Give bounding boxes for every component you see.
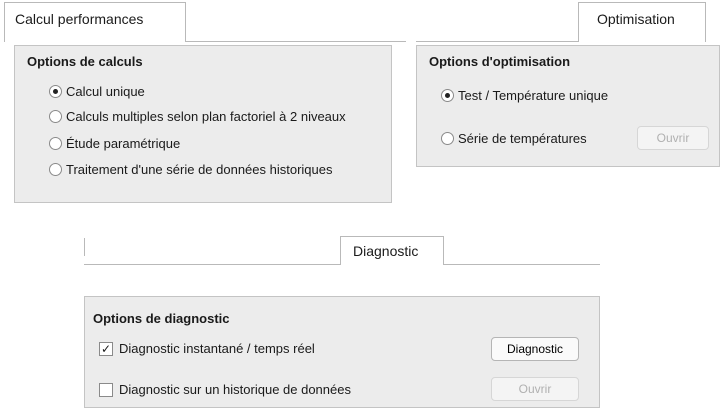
radio-button[interactable]	[441, 132, 454, 145]
option-label: Calcul unique	[66, 84, 145, 99]
tab-strip-line	[84, 264, 340, 265]
checkbox[interactable]	[99, 382, 113, 397]
option-label: Diagnostic sur un historique de données	[119, 382, 351, 397]
radio-button[interactable]	[49, 85, 62, 98]
ouvrir-button[interactable]: Ouvrir	[637, 126, 709, 150]
tab-strip-edge	[84, 238, 85, 256]
group-title: Options de calculs	[27, 54, 143, 69]
tab-label: Optimisation	[597, 11, 675, 27]
radio-calcul-unique[interactable]: Calcul unique	[49, 84, 145, 99]
radio-etude-parametrique[interactable]: Étude paramétrique	[49, 136, 180, 151]
option-label: Diagnostic instantané / temps réel	[119, 341, 315, 356]
ouvrir-button[interactable]: Ouvrir	[491, 377, 579, 401]
radio-test-temperature-unique[interactable]: Test / Température unique	[441, 88, 608, 103]
option-label: Étude paramétrique	[66, 136, 181, 151]
radio-serie-temperatures[interactable]: Série de températures	[441, 131, 587, 146]
calc-options-panel: Options de calculs Calcul unique Calculs…	[14, 45, 392, 203]
checkbox-diagnostic-instantane[interactable]: ✓ Diagnostic instantané / temps réel	[99, 341, 315, 356]
radio-calculs-multiples[interactable]: Calculs multiples selon plan factoriel à…	[49, 109, 346, 124]
group-title: Options d'optimisation	[429, 54, 571, 69]
checkbox[interactable]: ✓	[99, 341, 113, 356]
option-label: Calculs multiples selon plan factoriel à…	[66, 109, 346, 124]
option-label: Test / Température unique	[458, 88, 609, 103]
diagnostic-button[interactable]: Diagnostic	[491, 337, 579, 361]
tab-optimisation[interactable]: Optimisation	[578, 2, 706, 42]
diag-options-panel: Options de diagnostic ✓ Diagnostic insta…	[84, 296, 600, 408]
group-title: Options de diagnostic	[93, 311, 230, 326]
tab-diagnostic[interactable]: Diagnostic	[340, 236, 444, 265]
tab-calcul-performances[interactable]: Calcul performances	[4, 2, 186, 42]
tab-strip-line	[186, 41, 406, 42]
tab-label: Diagnostic	[353, 243, 419, 259]
radio-traitement-historique[interactable]: Traitement d'une série de données histor…	[49, 162, 333, 177]
checkbox-diagnostic-historique[interactable]: Diagnostic sur un historique de données	[99, 382, 351, 397]
radio-button[interactable]	[49, 163, 62, 176]
tab-strip-line	[416, 41, 578, 42]
radio-button[interactable]	[49, 137, 62, 150]
option-label: Série de températures	[458, 131, 587, 146]
optim-options-panel: Options d'optimisation Test / Températur…	[416, 45, 720, 167]
radio-button[interactable]	[49, 110, 62, 123]
radio-button[interactable]	[441, 89, 454, 102]
tab-label: Calcul performances	[15, 11, 144, 27]
tab-strip-line	[444, 264, 600, 265]
option-label: Traitement d'une série de données histor…	[66, 162, 333, 177]
